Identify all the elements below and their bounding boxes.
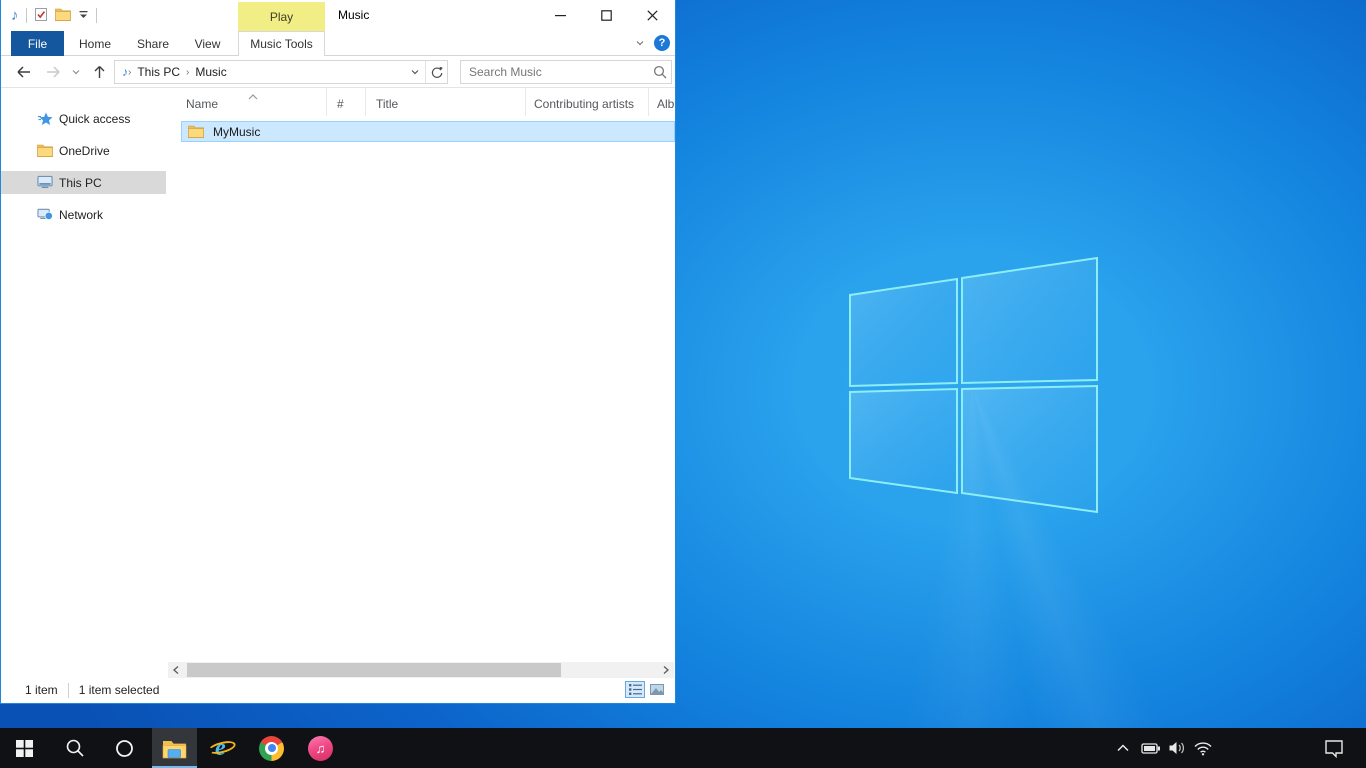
column-header-contributing-artists[interactable]: Contributing artists bbox=[526, 88, 649, 116]
ie-ring bbox=[207, 738, 237, 755]
sidebar-item-quick-access[interactable]: Quick access bbox=[1, 107, 166, 130]
quick-access-toolbar: ♪ bbox=[11, 0, 97, 31]
sidebar-item-label: OneDrive bbox=[59, 144, 110, 158]
expand-ribbon-chevron-icon[interactable] bbox=[634, 37, 646, 52]
ribbon-tab-row: File Home Share View Music Tools ? bbox=[1, 31, 675, 56]
column-label: Contributing artists bbox=[534, 97, 634, 111]
recent-locations-chevron[interactable] bbox=[69, 62, 83, 82]
wifi-icon[interactable] bbox=[1190, 728, 1216, 768]
column-header-title[interactable]: Title bbox=[366, 88, 526, 116]
chrome-icon bbox=[259, 736, 284, 761]
itunes-icon: ♫ bbox=[308, 736, 333, 761]
column-label: # bbox=[337, 97, 344, 111]
scroll-right-arrow[interactable] bbox=[658, 662, 674, 678]
system-tray bbox=[1110, 728, 1366, 768]
qat-separator bbox=[96, 8, 97, 23]
help-button[interactable]: ? bbox=[654, 35, 670, 51]
address-bar[interactable]: ♪ › This PC › Music bbox=[114, 60, 448, 84]
status-bar: 1 item 1 item selected bbox=[1, 678, 675, 702]
column-label: Title bbox=[376, 97, 398, 111]
column-label: Name bbox=[186, 97, 218, 111]
chrome-button[interactable] bbox=[249, 728, 294, 768]
itunes-button[interactable]: ♫ bbox=[298, 728, 343, 768]
up-one-level-button[interactable] bbox=[89, 62, 109, 82]
onedrive-folder-icon bbox=[37, 144, 53, 157]
taskbar: e ♫ bbox=[0, 728, 1366, 768]
volume-icon[interactable] bbox=[1164, 728, 1190, 768]
address-dropdown-chevron[interactable] bbox=[405, 66, 425, 78]
large-icons-view-button[interactable] bbox=[647, 681, 667, 698]
network-icon bbox=[37, 207, 53, 222]
sidebar-item-label: Network bbox=[59, 208, 103, 222]
windows-logo-wallpaper bbox=[845, 253, 1101, 515]
maximize-button[interactable] bbox=[583, 0, 629, 31]
show-hidden-icons-chevron[interactable] bbox=[1110, 728, 1136, 768]
cortana-button[interactable] bbox=[102, 728, 147, 768]
title-bar[interactable]: ♪ Play Music bbox=[1, 0, 675, 31]
sort-ascending-icon bbox=[247, 90, 259, 104]
search-icon[interactable] bbox=[649, 65, 671, 79]
minimize-button[interactable] bbox=[537, 0, 583, 31]
selected-count: 1 item selected bbox=[79, 683, 160, 697]
tab-file[interactable]: File bbox=[11, 31, 64, 56]
refresh-button[interactable] bbox=[425, 61, 447, 83]
properties-button[interactable] bbox=[34, 7, 48, 25]
contextual-tab-group-play[interactable]: Play bbox=[238, 2, 325, 31]
file-name: MyMusic bbox=[213, 125, 260, 139]
forward-button[interactable] bbox=[43, 62, 63, 82]
sidebar-item-label: This PC bbox=[59, 176, 102, 190]
search-box bbox=[460, 60, 672, 84]
screen: ♪ Play Music bbox=[0, 0, 1366, 768]
address-toolbar: ♪ › This PC › Music bbox=[1, 56, 675, 88]
tab-share[interactable]: Share bbox=[128, 31, 178, 56]
scrollbar-thumb[interactable] bbox=[187, 663, 561, 677]
breadcrumb-music[interactable]: Music bbox=[189, 65, 232, 79]
taskbar-search-button[interactable] bbox=[52, 728, 97, 768]
start-button[interactable] bbox=[2, 728, 47, 768]
window-title: Music bbox=[338, 8, 369, 22]
navigation-pane: Quick access OneDrive This PC Network bbox=[1, 88, 166, 662]
status-separator bbox=[68, 683, 69, 698]
sidebar-item-this-pc[interactable]: This PC bbox=[1, 171, 166, 194]
sidebar-item-label: Quick access bbox=[59, 112, 130, 126]
action-center-button[interactable] bbox=[1316, 728, 1352, 768]
close-button[interactable] bbox=[629, 0, 675, 31]
back-button[interactable] bbox=[13, 62, 33, 82]
column-label: Alb bbox=[657, 97, 674, 111]
search-input[interactable] bbox=[461, 65, 649, 79]
file-list-pane[interactable]: Name # Title Contributing artists Alb bbox=[167, 88, 674, 662]
new-folder-button[interactable] bbox=[55, 8, 71, 24]
breadcrumb-this-pc[interactable]: This PC bbox=[131, 65, 186, 79]
tab-home[interactable]: Home bbox=[71, 31, 119, 56]
tab-view[interactable]: View bbox=[184, 31, 231, 56]
details-view-button[interactable] bbox=[625, 681, 645, 698]
this-pc-monitor-icon bbox=[37, 175, 53, 190]
qat-separator bbox=[26, 8, 27, 23]
file-explorer-window: ♪ Play Music bbox=[0, 0, 676, 704]
customize-qat-button[interactable] bbox=[78, 9, 89, 23]
battery-icon[interactable] bbox=[1138, 728, 1164, 768]
quick-access-star-icon bbox=[37, 112, 53, 126]
column-header-number[interactable]: # bbox=[327, 88, 366, 116]
horizontal-scrollbar[interactable] bbox=[168, 662, 674, 678]
folder-icon bbox=[188, 125, 204, 138]
sidebar-item-network[interactable]: Network bbox=[1, 203, 166, 226]
column-header-album[interactable]: Alb bbox=[649, 88, 676, 116]
column-headers: Name # Title Contributing artists Alb bbox=[167, 88, 674, 116]
caption-buttons bbox=[537, 0, 675, 31]
scroll-left-arrow[interactable] bbox=[168, 662, 184, 678]
internet-explorer-button[interactable]: e bbox=[200, 728, 245, 768]
sidebar-item-onedrive[interactable]: OneDrive bbox=[1, 139, 166, 162]
file-row-mymusic[interactable]: MyMusic bbox=[181, 121, 675, 142]
window-music-note-icon: ♪ bbox=[11, 8, 19, 23]
taskbar-file-explorer-button[interactable] bbox=[152, 728, 197, 768]
tab-music-tools[interactable]: Music Tools bbox=[238, 31, 325, 56]
item-count: 1 item bbox=[25, 683, 58, 697]
